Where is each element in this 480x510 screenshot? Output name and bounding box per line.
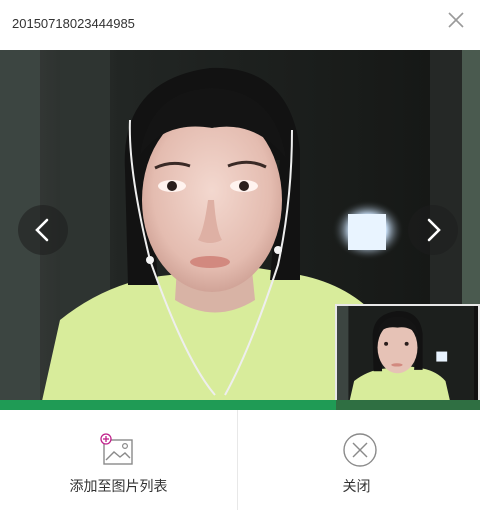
image-viewer-dialog: 20150718023444985 添加至图片列表 关闭 [0, 0, 480, 510]
photo-viewer[interactable] [0, 50, 480, 410]
previous-button[interactable] [18, 205, 68, 255]
thumbnail-photo [337, 306, 474, 406]
progress-bar [0, 400, 480, 410]
action-bar: 添加至图片列表 关闭 [0, 410, 480, 510]
thumbnail-preview[interactable] [335, 304, 480, 410]
close-icon[interactable] [446, 10, 466, 30]
add-to-image-list-button[interactable]: 添加至图片列表 [0, 410, 237, 510]
next-button[interactable] [408, 205, 458, 255]
close-label: 关闭 [342, 478, 371, 494]
chevron-right-icon [427, 218, 441, 242]
window-title: 20150718023444985 [12, 16, 135, 31]
add-image-icon [100, 433, 133, 465]
progress-fill [0, 400, 336, 410]
add-to-image-list-label: 添加至图片列表 [69, 478, 168, 494]
circle-x-icon [343, 433, 377, 467]
titlebar: 20150718023444985 [0, 0, 480, 50]
chevron-left-icon [35, 218, 49, 242]
close-button[interactable]: 关闭 [238, 410, 475, 510]
